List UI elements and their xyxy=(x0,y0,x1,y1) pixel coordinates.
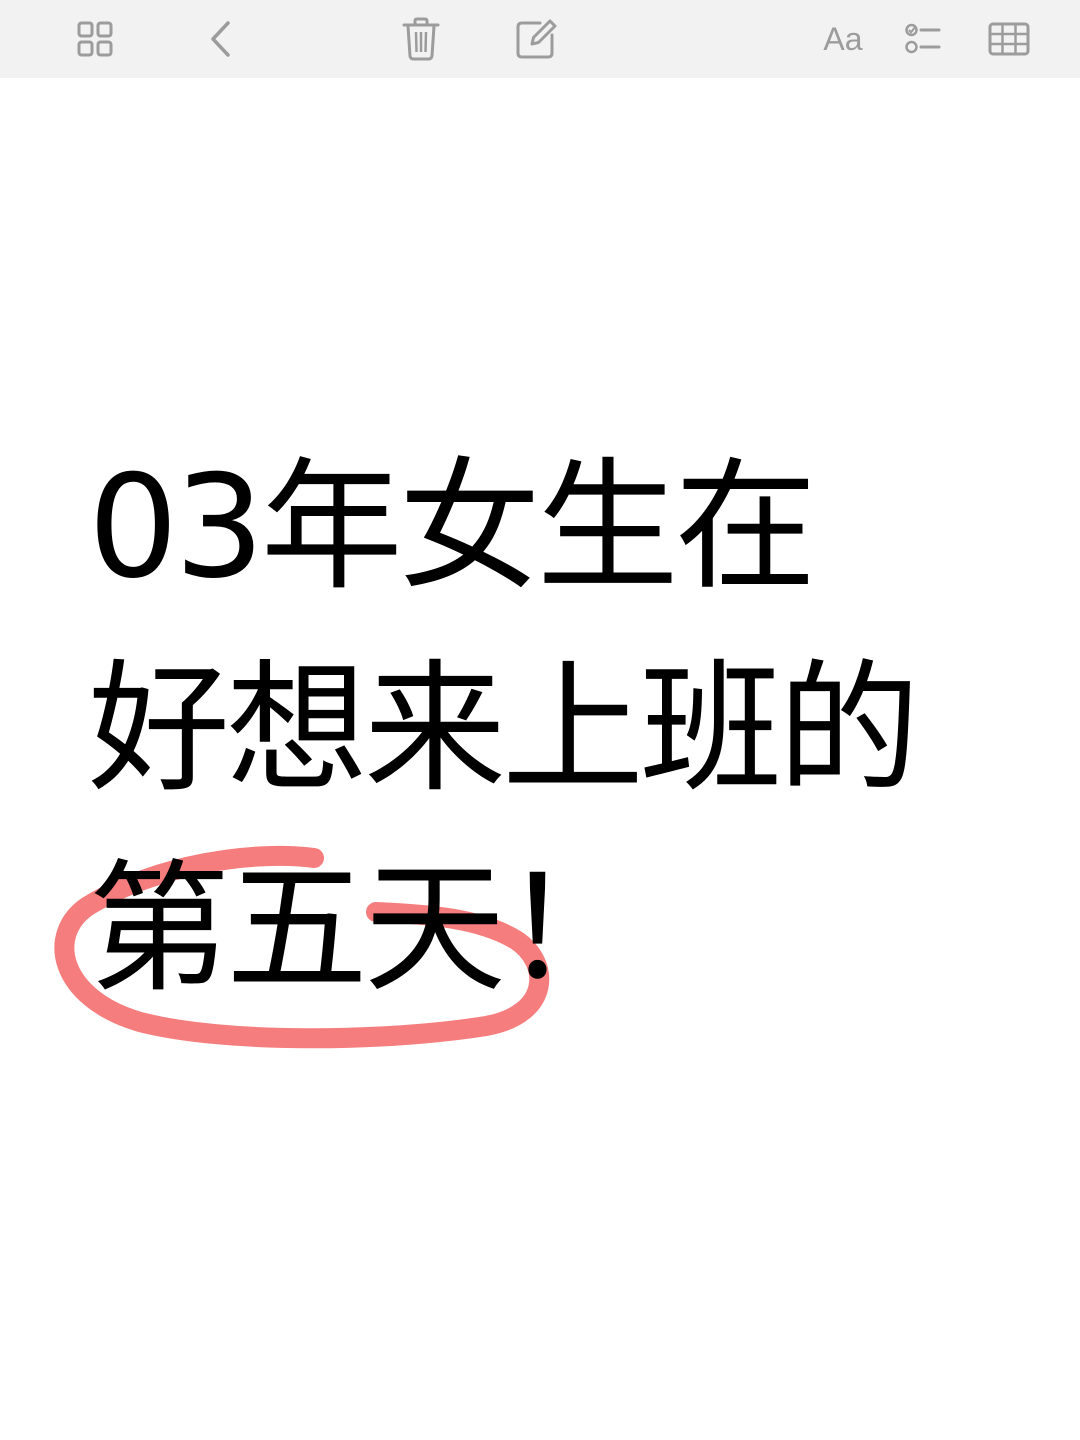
back-chevron-icon xyxy=(211,21,230,57)
table-button[interactable] xyxy=(978,8,1040,70)
exclamation-mark: ！ xyxy=(502,847,644,1012)
table-icon xyxy=(988,22,1030,56)
grid-view-icon xyxy=(77,21,113,57)
trash-icon xyxy=(402,17,440,61)
note-line-3: 第五天！ xyxy=(88,830,644,1030)
note-line-2: 好想来上班的 xyxy=(88,647,920,812)
note-line-1: 03年女生在 xyxy=(88,445,817,610)
delete-button[interactable] xyxy=(390,8,452,70)
compose-icon xyxy=(516,19,557,59)
format-text-button[interactable]: Aa xyxy=(812,8,874,70)
note-body[interactable]: 03年女生在 好想来上班的 第五天！ xyxy=(0,78,1080,1440)
compose-button[interactable] xyxy=(505,8,567,70)
highlighted-phrase: 第五天 xyxy=(88,847,506,1012)
checklist-icon xyxy=(905,23,941,54)
back-button[interactable] xyxy=(190,8,252,70)
format-text-label: Aa xyxy=(823,20,863,57)
note-toolbar: Aa xyxy=(0,0,1080,78)
checklist-button[interactable] xyxy=(892,8,954,70)
gallery-view-button[interactable] xyxy=(64,8,126,70)
